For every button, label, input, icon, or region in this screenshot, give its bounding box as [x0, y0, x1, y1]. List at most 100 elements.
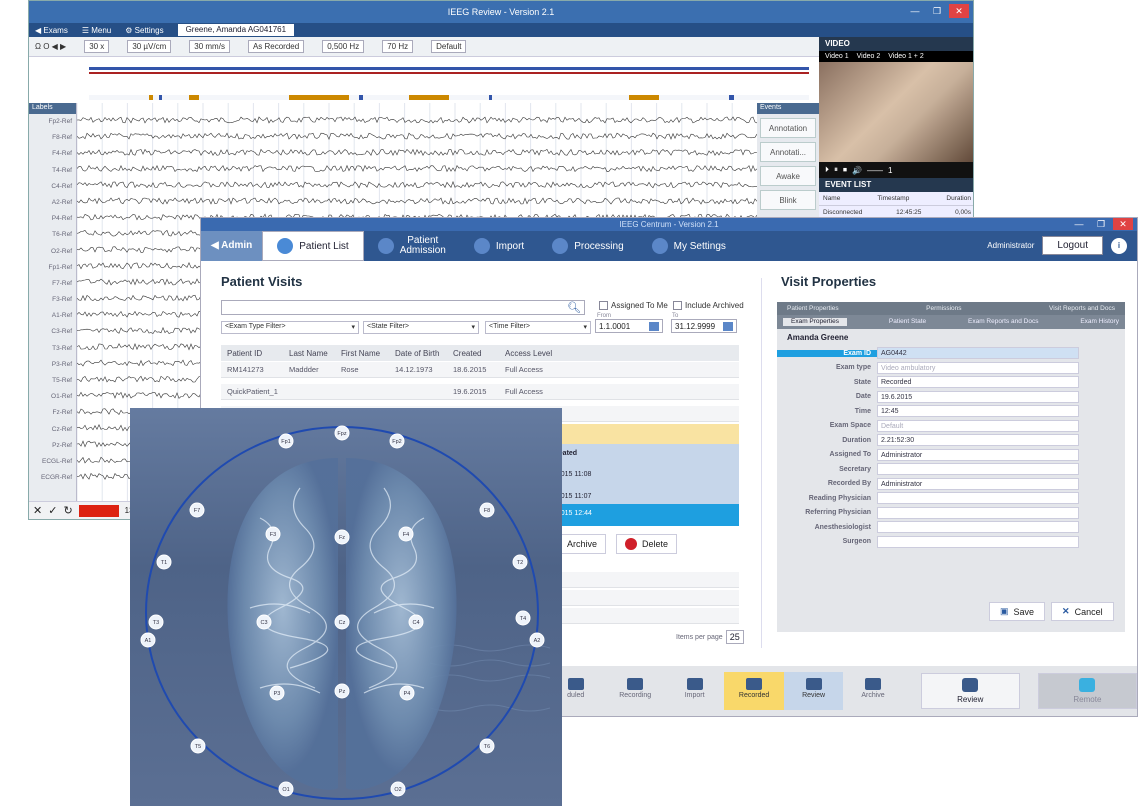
tab-exam-history[interactable]: Exam History	[1080, 318, 1119, 326]
tab-permissions[interactable]: Permissions	[926, 305, 961, 312]
field-value[interactable]: Administrator	[877, 477, 1079, 490]
video-controls[interactable]: ⏵ ⏸ ⏹ 🔊 —— 1	[819, 162, 973, 178]
field-value[interactable]: 2.21:52:30	[877, 434, 1079, 447]
menu-tab[interactable]: ☰ Menu	[82, 26, 111, 35]
from-date[interactable]: 1.1.0001	[595, 319, 663, 333]
tab-processing[interactable]: Processing	[538, 231, 637, 261]
logout-button[interactable]: Logout	[1042, 236, 1103, 255]
field-value[interactable]: Administrator	[877, 448, 1079, 461]
calendar-icon[interactable]	[649, 321, 659, 331]
layout-select[interactable]: Default	[431, 40, 467, 53]
field-value[interactable]: AG0442	[877, 347, 1079, 360]
exam-type-filter[interactable]: <Exam Type Filter> ▾	[221, 321, 359, 334]
step-import[interactable]: Import	[665, 672, 724, 710]
nav-arrows-icon[interactable]: Ω O ◀ ▶	[35, 42, 66, 51]
step-recorded[interactable]: Recorded	[724, 672, 784, 710]
electrode-fp2[interactable]: Fp2	[389, 433, 405, 449]
tab-my-settings[interactable]: My Settings	[638, 231, 740, 261]
pause-icon[interactable]: ⏸	[834, 165, 838, 175]
remote-button[interactable]: Remote	[1037, 673, 1137, 709]
electrode-t5[interactable]: T5	[190, 738, 206, 754]
electrode-c4[interactable]: C4	[408, 614, 424, 630]
electrode-f4[interactable]: F4	[398, 526, 414, 542]
tab-patient-properties[interactable]: Patient Properties	[787, 305, 839, 312]
electrode-f3[interactable]: F3	[265, 526, 281, 542]
tab-patient-admission[interactable]: Patient Admission	[364, 231, 460, 261]
video-tab-both[interactable]: Video 1 + 2	[888, 53, 924, 60]
table-row[interactable]	[541, 590, 739, 606]
table-row[interactable]	[541, 572, 739, 588]
close-button[interactable]: ✕	[949, 4, 969, 18]
items-per-page-input[interactable]: 25	[725, 630, 744, 644]
electrode-t4[interactable]: T4	[515, 610, 531, 626]
search-icon[interactable]: 🔍︎	[567, 301, 581, 314]
maximize-button[interactable]: ❐	[927, 4, 947, 18]
cancel-button[interactable]: ✕ Cancel	[1051, 602, 1114, 621]
high-filter-select[interactable]: 70 Hz	[382, 40, 414, 53]
event-button[interactable]: Annotation	[760, 118, 816, 138]
include-archived-checkbox[interactable]: Include Archived	[673, 301, 744, 310]
info-icon[interactable]: i	[1111, 237, 1127, 254]
eeg-overview-timeline[interactable]	[29, 57, 819, 103]
electrode-o1[interactable]: O1	[278, 781, 294, 797]
electrode-t2[interactable]: T2	[512, 554, 528, 570]
electrode-o2[interactable]: O2	[390, 781, 406, 797]
calendar-icon[interactable]	[723, 321, 733, 331]
electrode-t1[interactable]: T1	[156, 554, 172, 570]
electrode-c3[interactable]: C3	[256, 614, 272, 630]
electrode-fpz[interactable]: Fpz	[334, 425, 350, 441]
reject-icon[interactable]: ✕	[33, 504, 42, 517]
table-row[interactable]: RM141273 Maddder Rose 14.12.1973 18.6.20…	[221, 362, 739, 378]
electrode-a2[interactable]: A2	[529, 632, 545, 648]
montage-select[interactable]: As Recorded	[247, 40, 305, 53]
field-value[interactable]: Video ambulatory	[877, 361, 1079, 374]
scale-select[interactable]: 30 x	[84, 40, 110, 53]
volume-icon[interactable]: 🔊	[852, 166, 862, 175]
electrode-fp1[interactable]: Fp1	[278, 433, 294, 449]
electrode-f7[interactable]: F7	[189, 502, 205, 518]
volume-slider[interactable]: ——	[867, 166, 883, 175]
electrode-t6[interactable]: T6	[479, 738, 495, 754]
speed-select[interactable]: 30 mm/s	[189, 40, 230, 53]
assigned-to-me-checkbox[interactable]: Assigned To Me	[599, 301, 668, 310]
close-button[interactable]: ✕	[1113, 218, 1133, 230]
field-value[interactable]	[877, 492, 1079, 505]
electrode-pz[interactable]: Pz	[334, 683, 350, 699]
to-date[interactable]: 31.12.9999	[671, 319, 737, 333]
exam-subrows[interactable]: Created 6.2015 11:08 6.2015 11:07	[541, 444, 739, 504]
delete-button[interactable]: Delete	[616, 534, 678, 554]
table-row[interactable]: QuickPatient_1 19.6.2015 Full Access	[221, 384, 739, 400]
event-button[interactable]: Blink	[760, 190, 816, 210]
field-value[interactable]: Recorded	[877, 376, 1079, 389]
play-icon[interactable]: ⏵	[825, 165, 829, 175]
field-value[interactable]	[877, 535, 1079, 548]
review-button[interactable]: Review	[920, 673, 1020, 709]
maximize-button[interactable]: ❐	[1091, 218, 1111, 230]
electrode-t3[interactable]: T3	[148, 614, 164, 630]
time-filter[interactable]: <Time Filter> ▾	[485, 321, 591, 334]
step-archive[interactable]: Archive	[843, 672, 902, 710]
field-value[interactable]	[877, 463, 1079, 476]
electrode-p4[interactable]: P4	[399, 685, 415, 701]
selected-exam-row[interactable]: 6.2015 12:44	[541, 504, 739, 526]
field-value[interactable]: 12:45	[877, 405, 1079, 418]
electrode-f8[interactable]: F8	[479, 502, 495, 518]
field-value[interactable]	[877, 506, 1079, 519]
tab-patient-state[interactable]: Patient State	[889, 318, 926, 326]
video-tab-2[interactable]: Video 2	[857, 53, 881, 60]
step-recording[interactable]: Recording	[605, 672, 664, 710]
search-input[interactable]: 🔍︎	[221, 300, 585, 315]
settings-tab[interactable]: ⚙ Settings	[125, 26, 163, 35]
minimize-button[interactable]: —	[905, 4, 925, 18]
electrode-cz[interactable]: Cz	[334, 614, 350, 630]
stop-icon[interactable]: ⏹	[843, 165, 847, 175]
event-button[interactable]: Awake	[760, 166, 816, 186]
field-value[interactable]: 19.6.2015	[877, 390, 1079, 403]
patient-tab[interactable]: Greene, Amanda AG041761	[177, 24, 295, 36]
electrode-p3[interactable]: P3	[269, 685, 285, 701]
state-filter[interactable]: <State Filter> ▾	[363, 321, 479, 334]
admin-button[interactable]: ◀ Admin	[201, 231, 263, 261]
minimize-button[interactable]: —	[1069, 218, 1089, 230]
tab-patient-list[interactable]: Patient List	[262, 231, 364, 261]
sensitivity-select[interactable]: 30 µV/cm	[127, 40, 172, 53]
